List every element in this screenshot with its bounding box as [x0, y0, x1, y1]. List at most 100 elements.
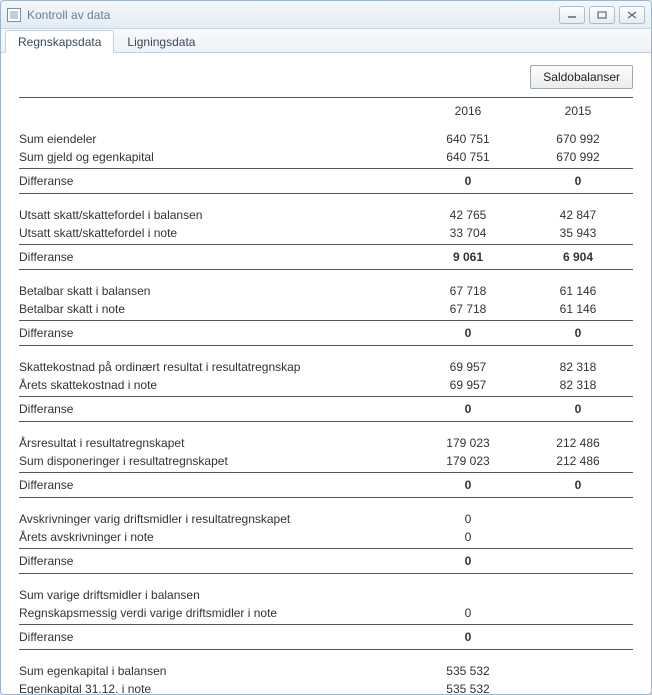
- row-label: Årets avskrivninger i note: [19, 530, 413, 544]
- group-bottom-rule: [19, 269, 633, 270]
- difference-row: Differanse0: [19, 551, 633, 571]
- difference-y1: 0: [413, 402, 523, 416]
- difference-y1: 9 061: [413, 250, 523, 264]
- value-y1: 640 751: [413, 150, 523, 164]
- value-y1: 0: [413, 530, 523, 544]
- value-y2: 42 847: [523, 208, 633, 222]
- difference-row: Differanse9 0616 904: [19, 247, 633, 267]
- group-top-rule: [19, 624, 633, 625]
- saldobalanser-button[interactable]: Saldobalanser: [530, 65, 633, 89]
- difference-label: Differanse: [19, 478, 413, 492]
- data-row: Årsresultat i resultatregnskapet179 0232…: [19, 434, 633, 452]
- tabstrip: Regnskapsdata Ligningsdata: [1, 29, 651, 53]
- value-y2: 35 943: [523, 226, 633, 240]
- group-6: Sum varige driftsmidler i balansen Regnsk…: [19, 586, 633, 650]
- data-row: Avskrivninger varig driftsmidler i resul…: [19, 510, 633, 528]
- difference-label: Differanse: [19, 250, 413, 264]
- difference-y1: 0: [413, 478, 523, 492]
- app-window: Kontroll av data Regnskapsdata Ligningsd…: [0, 0, 652, 695]
- group-bottom-rule: [19, 573, 633, 574]
- group-5: Avskrivninger varig driftsmidler i resul…: [19, 510, 633, 574]
- value-y1: 640 751: [413, 132, 523, 146]
- group-4: Årsresultat i resultatregnskapet179 0232…: [19, 434, 633, 498]
- group-0: Sum eiendeler640 751670 992Sum gjeld og …: [19, 130, 633, 194]
- value-y1: 67 718: [413, 284, 523, 298]
- row-label: Avskrivninger varig driftsmidler i resul…: [19, 512, 413, 526]
- value-y1: 69 957: [413, 378, 523, 392]
- difference-row: Differanse00: [19, 323, 633, 343]
- difference-y2: 6 904: [523, 250, 633, 264]
- minimize-button[interactable]: [559, 6, 585, 24]
- data-row: Sum egenkapital i balansen535 532: [19, 662, 633, 680]
- difference-y2: 0: [523, 478, 633, 492]
- value-y1: 33 704: [413, 226, 523, 240]
- header-year-2: 2015: [523, 104, 633, 118]
- content-area: Saldobalanser 2016 2015 Sum eiendeler640…: [1, 53, 651, 694]
- difference-y1: 0: [413, 630, 523, 644]
- value-y1: 0: [413, 512, 523, 526]
- group-bottom-rule: [19, 345, 633, 346]
- difference-y1: 0: [413, 554, 523, 568]
- value-y1: 42 765: [413, 208, 523, 222]
- group-top-rule: [19, 396, 633, 397]
- data-row: Utsatt skatt/skattefordel i note33 70435…: [19, 224, 633, 242]
- value-y1: 67 718: [413, 302, 523, 316]
- row-label: Utsatt skatt/skattefordel i note: [19, 226, 413, 240]
- data-row: Skattekostnad på ordinært resultat i res…: [19, 358, 633, 376]
- row-label: Sum gjeld og egenkapital: [19, 150, 413, 164]
- row-label: Egenkapital 31.12. i note: [19, 682, 413, 694]
- value-y1: 179 023: [413, 454, 523, 468]
- value-y1: 535 532: [413, 682, 523, 694]
- difference-row: Differanse00: [19, 171, 633, 191]
- group-2: Betalbar skatt i balansen67 71861 146Bet…: [19, 282, 633, 346]
- value-y2: 82 318: [523, 378, 633, 392]
- maximize-icon: [597, 11, 607, 19]
- group-bottom-rule: [19, 421, 633, 422]
- toolbar: Saldobalanser: [19, 65, 633, 89]
- difference-y2: 0: [523, 326, 633, 340]
- group-top-rule: [19, 244, 633, 245]
- row-label: Årsresultat i resultatregnskapet: [19, 436, 413, 450]
- row-label: Utsatt skatt/skattefordel i balansen: [19, 208, 413, 222]
- minimize-icon: [567, 11, 577, 19]
- window-controls: [559, 6, 645, 24]
- tab-regnskapsdata[interactable]: Regnskapsdata: [5, 30, 114, 53]
- group-3: Skattekostnad på ordinært resultat i res…: [19, 358, 633, 422]
- tab-ligningsdata[interactable]: Ligningsdata: [114, 30, 208, 53]
- group-top-rule: [19, 168, 633, 169]
- value-y2: 212 486: [523, 436, 633, 450]
- difference-y2: 0: [523, 174, 633, 188]
- data-row: Sum eiendeler640 751670 992: [19, 130, 633, 148]
- row-label: Årets skattekostnad i note: [19, 378, 413, 392]
- maximize-button[interactable]: [589, 6, 615, 24]
- data-row: Utsatt skatt/skattefordel i balansen42 7…: [19, 206, 633, 224]
- data-row: Årets skattekostnad i note69 95782 318: [19, 376, 633, 394]
- close-button[interactable]: [619, 6, 645, 24]
- group-top-rule: [19, 472, 633, 473]
- group-bottom-rule: [19, 649, 633, 650]
- value-y1: 69 957: [413, 360, 523, 374]
- data-row: Sum gjeld og egenkapital640 751670 992: [19, 148, 633, 166]
- row-label: Sum egenkapital i balansen: [19, 664, 413, 678]
- close-icon: [627, 11, 637, 19]
- group-bottom-rule: [19, 193, 633, 194]
- value-y2: 670 992: [523, 150, 633, 164]
- group-1: Utsatt skatt/skattefordel i balansen42 7…: [19, 206, 633, 270]
- row-label: Regnskapsmessig verdi varige driftsmidle…: [19, 606, 413, 620]
- difference-y2: 0: [523, 402, 633, 416]
- titlebar: Kontroll av data: [1, 1, 651, 29]
- data-row: Betalbar skatt i balansen67 71861 146: [19, 282, 633, 300]
- group-top-rule: [19, 548, 633, 549]
- window-title: Kontroll av data: [27, 8, 559, 22]
- column-headers: 2016 2015: [19, 98, 633, 122]
- row-label: Sum varige driftsmidler i balansen: [19, 588, 413, 602]
- difference-label: Differanse: [19, 326, 413, 340]
- data-groups: Sum eiendeler640 751670 992Sum gjeld og …: [19, 130, 633, 694]
- group-bottom-rule: [19, 497, 633, 498]
- difference-label: Differanse: [19, 174, 413, 188]
- group-top-rule: [19, 320, 633, 321]
- value-y2: 61 146: [523, 302, 633, 316]
- difference-row: Differanse00: [19, 399, 633, 419]
- value-y2: 61 146: [523, 284, 633, 298]
- difference-y1: 0: [413, 326, 523, 340]
